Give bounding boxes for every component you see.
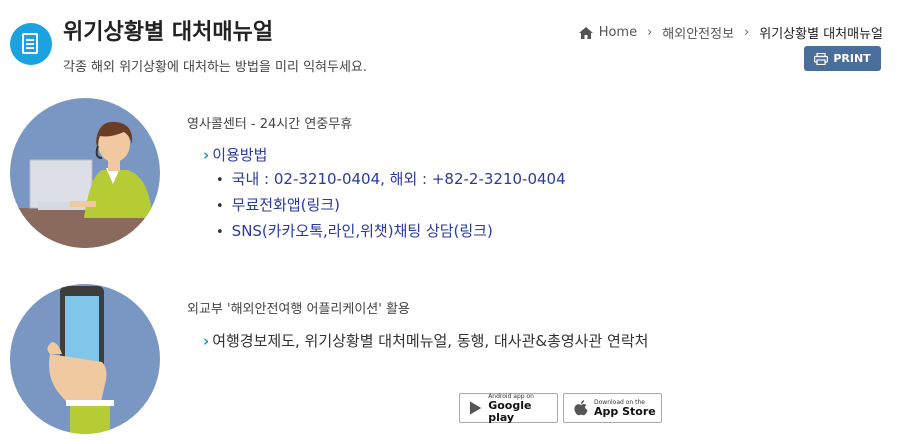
breadcrumb-home[interactable]: Home <box>599 25 637 40</box>
page-title: 위기상황별 대처매뉴얼 <box>63 20 274 45</box>
chevron-right-icon: › <box>203 332 210 350</box>
apple-icon <box>574 400 588 416</box>
document-icon <box>10 23 52 65</box>
home-icon[interactable] <box>578 26 593 39</box>
app-features-link[interactable]: › 여행경보제도, 위기상황별 대처메뉴얼, 동행, 대사관&총영사관 연락처 <box>203 330 648 351</box>
list-item: 국내 : 02-3210-0404, 해외 : +82-2-3210-0404 <box>216 166 566 192</box>
list-item[interactable]: 무료전화앱(링크) <box>216 192 566 218</box>
chevron-right-icon: › <box>647 25 653 40</box>
print-button[interactable]: PRINT <box>804 46 881 71</box>
breadcrumb-current: 위기상황별 대처매뉴얼 <box>759 27 883 42</box>
section-title-call-center: 영사콜센터 - 24시간 연중무휴 <box>187 117 353 132</box>
usage-method-list: 국내 : 02-3210-0404, 해외 : +82-2-3210-0404 … <box>216 166 566 244</box>
hand-holding-phone-icon <box>10 284 160 434</box>
usage-method-link[interactable]: › 이용방법 <box>203 144 267 165</box>
section-title-app: 외교부 '해외안전여행 어플리케이션' 활용 <box>187 302 410 317</box>
app-store-button[interactable]: Download on the App Store <box>563 393 662 423</box>
call-center-operator-icon <box>10 98 160 248</box>
chevron-right-icon: › <box>744 25 750 40</box>
google-play-button[interactable]: Android app on Google play <box>459 393 558 423</box>
breadcrumb: Home › 해외안전정보 › 위기상황별 대처매뉴얼 <box>578 23 883 42</box>
list-item[interactable]: SNS(카카오톡,라인,위챗)채팅 상담(링크) <box>216 218 566 244</box>
google-play-icon <box>469 401 482 415</box>
print-label: PRINT <box>833 52 871 65</box>
printer-icon <box>814 52 829 65</box>
page-subtitle: 각종 해외 위기상황에 대처하는 방법을 미리 익혀두세요. <box>63 60 368 75</box>
breadcrumb-item-safety-info[interactable]: 해외안전정보 <box>662 23 734 42</box>
chevron-right-icon: › <box>203 146 210 164</box>
